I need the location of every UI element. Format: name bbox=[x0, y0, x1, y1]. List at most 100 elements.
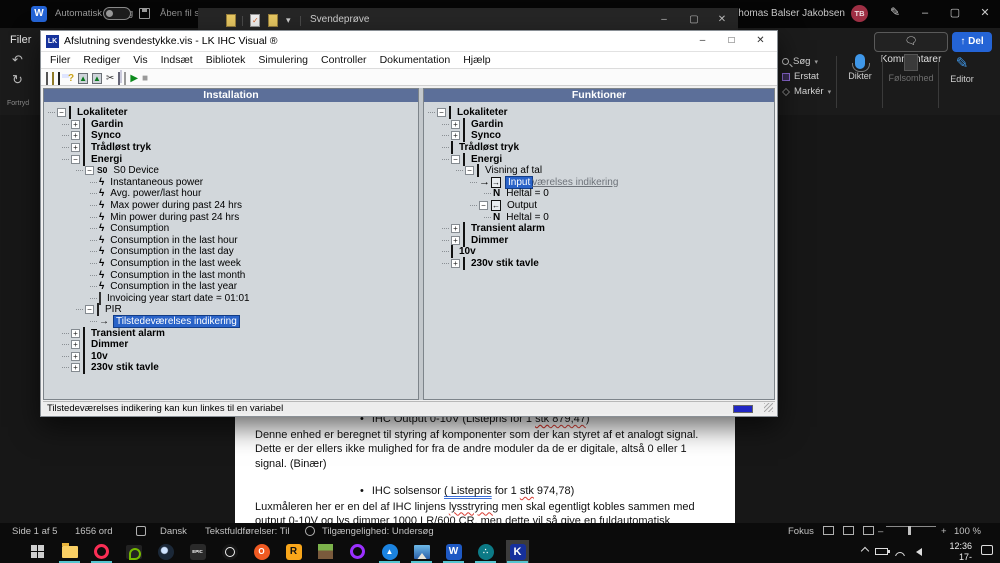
installation-node-synco[interactable]: + Synco bbox=[44, 129, 418, 143]
taskbar-minecraft-icon[interactable] bbox=[316, 542, 335, 561]
zoom-slider-thumb[interactable] bbox=[908, 526, 911, 535]
funktioner-node-output[interactable]: − ← Output bbox=[424, 200, 774, 212]
ihc-maximize-button[interactable]: □ bbox=[717, 31, 746, 51]
funktioner-tree[interactable]: − Lokaliteter + Gardin + Synco Trådløst tryk − E… bbox=[424, 102, 774, 399]
taskbar-file-explorer-icon[interactable] bbox=[59, 542, 80, 563]
stop-simulation-icon[interactable]: ■ bbox=[142, 68, 148, 86]
tree-expander[interactable]: − bbox=[437, 108, 446, 118]
download-project-icon[interactable]: ▲ bbox=[78, 68, 89, 86]
tree-expander[interactable]: − bbox=[57, 108, 66, 118]
installation-node-trådløst-tryk[interactable]: + Trådløst tryk bbox=[44, 141, 418, 155]
tree-expander[interactable]: + bbox=[451, 119, 460, 129]
word-close-button[interactable]: ✕ bbox=[970, 0, 1000, 26]
installation-node-consumption-in-the-last-year[interactable]: ϟ Consumption in the last year bbox=[44, 281, 418, 293]
funktioner-node-transient-alarm[interactable]: + Transient alarm bbox=[424, 222, 774, 236]
funktioner-node-lokaliteter[interactable]: − Lokaliteter bbox=[424, 106, 774, 120]
menu-dokumentation[interactable]: Dokumentation bbox=[380, 54, 451, 66]
installation-node-transient-alarm[interactable]: + Transient alarm bbox=[44, 326, 418, 340]
installation-node-10v[interactable]: +10v bbox=[44, 349, 418, 363]
installation-node-consumption[interactable]: ϟ Consumption bbox=[44, 223, 418, 235]
menu-inds-t[interactable]: Indsæt bbox=[161, 54, 193, 66]
ihc-close-button[interactable]: ✕ bbox=[746, 31, 775, 51]
battery-icon[interactable] bbox=[875, 548, 890, 555]
installation-node-consumption-in-the-last-week[interactable]: ϟ Consumption in the last week bbox=[44, 258, 418, 270]
taskbar-steam-icon[interactable] bbox=[156, 542, 175, 561]
document-check-icon[interactable] bbox=[250, 14, 260, 27]
volume-icon[interactable] bbox=[916, 548, 922, 556]
funktioner-node-synco[interactable]: + Synco bbox=[424, 129, 774, 143]
sensitivity-button[interactable]: Følsomhed bbox=[888, 54, 934, 83]
pen-icon[interactable]: ✎ bbox=[890, 5, 900, 19]
tree-expander[interactable]: + bbox=[71, 328, 80, 338]
zoom-level[interactable]: 100 % bbox=[954, 526, 981, 537]
tree-expander[interactable]: − bbox=[85, 166, 94, 176]
copy-icon[interactable] bbox=[118, 68, 121, 86]
tree-expander[interactable]: + bbox=[451, 259, 460, 269]
zoom-slider[interactable] bbox=[886, 526, 936, 527]
funktioner-node-heltal-0[interactable]: N Heltal = 0 bbox=[424, 211, 774, 223]
funktioner-node-dimmer[interactable]: + Dimmer bbox=[424, 233, 774, 247]
tree-expander[interactable]: + bbox=[451, 131, 460, 141]
ihc-titlebar[interactable]: LK Afslutning svendestykke.vis - LK IHC … bbox=[41, 31, 777, 52]
taskbar-rockstar-games-icon[interactable]: R bbox=[284, 542, 303, 561]
word-restore-button[interactable]: ▢ bbox=[940, 0, 970, 26]
installation-node-energi[interactable]: − Energi bbox=[44, 152, 418, 166]
menu-controller[interactable]: Controller bbox=[321, 54, 367, 66]
tree-expander[interactable]: − bbox=[85, 305, 94, 315]
taskbar-teal-app-icon[interactable]: ∴ bbox=[475, 542, 496, 563]
installation-node-pir[interactable]: − PIR bbox=[44, 303, 418, 317]
installation-node-min-power-during-past-24-hrs[interactable]: ϟ Min power during past 24 hrs bbox=[44, 211, 418, 223]
search-button[interactable]: Søg ▾ bbox=[782, 54, 831, 69]
open-file-icon[interactable] bbox=[52, 68, 54, 86]
word-minimize-button[interactable]: – bbox=[910, 0, 940, 26]
accessibility-status[interactable]: Tilgængelighed: Undersøg bbox=[322, 526, 434, 537]
menu-simulering[interactable]: Simulering bbox=[258, 54, 308, 66]
installation-node-dimmer[interactable]: + Dimmer bbox=[44, 338, 418, 352]
print-layout-icon[interactable] bbox=[843, 526, 854, 535]
tree-expander[interactable]: + bbox=[451, 235, 460, 245]
word-count[interactable]: 1656 ord bbox=[75, 526, 113, 537]
taskbar-opera-gx-icon[interactable] bbox=[91, 542, 112, 563]
taskbar-word-icon[interactable]: W bbox=[443, 542, 464, 563]
replace-button[interactable]: Erstat bbox=[782, 69, 831, 84]
document-icon[interactable] bbox=[226, 14, 236, 27]
tree-expander[interactable]: + bbox=[71, 363, 80, 373]
file-tab[interactable]: Filer bbox=[10, 34, 31, 46]
installation-node-tilstedeværelses-indikering[interactable]: → Tilstedeværelses indikering bbox=[44, 314, 418, 328]
svendeprove-close-button[interactable]: ✕ bbox=[708, 8, 736, 32]
new-document-icon[interactable] bbox=[46, 68, 48, 86]
taskbar-ubisoft-connect-icon[interactable] bbox=[220, 542, 239, 561]
share-button[interactable]: ↑ Del bbox=[952, 32, 992, 52]
installation-node-invoicing-year-start-date-01-01[interactable]: Invoicing year start date = 01:01 bbox=[44, 291, 418, 305]
chevron-down-icon[interactable]: ▾ bbox=[286, 15, 291, 26]
tree-expander[interactable]: + bbox=[71, 131, 80, 141]
installation-node-s0-device[interactable]: − S0 S0 Device bbox=[44, 165, 418, 177]
wifi-icon[interactable] bbox=[895, 547, 905, 556]
notifications-icon[interactable] bbox=[981, 545, 993, 555]
menu-bibliotek[interactable]: Bibliotek bbox=[206, 54, 246, 66]
installation-node-230v-stik-tavle[interactable]: +230v stik tavle bbox=[44, 361, 418, 375]
tree-expander[interactable]: − bbox=[451, 154, 460, 164]
autosave-toggle[interactable] bbox=[103, 7, 131, 20]
proofing-icon[interactable] bbox=[136, 526, 146, 536]
funktioner-node-230v-stik-tavle[interactable]: +230v stik tavle bbox=[424, 257, 774, 271]
redo-icon[interactable]: ↻ bbox=[12, 72, 23, 88]
funktioner-node-trådløst-tryk[interactable]: Trådløst tryk bbox=[424, 141, 774, 155]
run-simulation-icon[interactable]: ▶ bbox=[130, 68, 138, 86]
comments-button[interactable]: 🗨 Kommentarer bbox=[874, 32, 948, 65]
key-icon[interactable]: ? bbox=[68, 68, 74, 86]
tree-expander[interactable]: + bbox=[71, 351, 80, 361]
installation-node-consumption-in-the-last-hour[interactable]: ϟ Consumption in the last hour bbox=[44, 235, 418, 247]
funktioner-node-heltal-0[interactable]: N Heltal = 0 bbox=[424, 188, 774, 200]
document-icon[interactable] bbox=[268, 14, 278, 27]
funktioner-node-gardin[interactable]: + Gardin bbox=[424, 117, 774, 131]
menu-filer[interactable]: Filer bbox=[50, 54, 70, 66]
tree-expander[interactable]: − bbox=[479, 201, 488, 211]
ihc-minimize-button[interactable]: – bbox=[688, 31, 717, 51]
taskbar-nvidia-geforce-icon[interactable] bbox=[124, 542, 143, 561]
menu-rediger[interactable]: Rediger bbox=[83, 54, 120, 66]
tree-expander[interactable]: + bbox=[451, 224, 460, 234]
taskbar-blue-app-icon[interactable]: ▲ bbox=[379, 542, 400, 563]
menu-hj-lp[interactable]: Hjælp bbox=[463, 54, 490, 66]
save-icon[interactable] bbox=[139, 8, 150, 19]
